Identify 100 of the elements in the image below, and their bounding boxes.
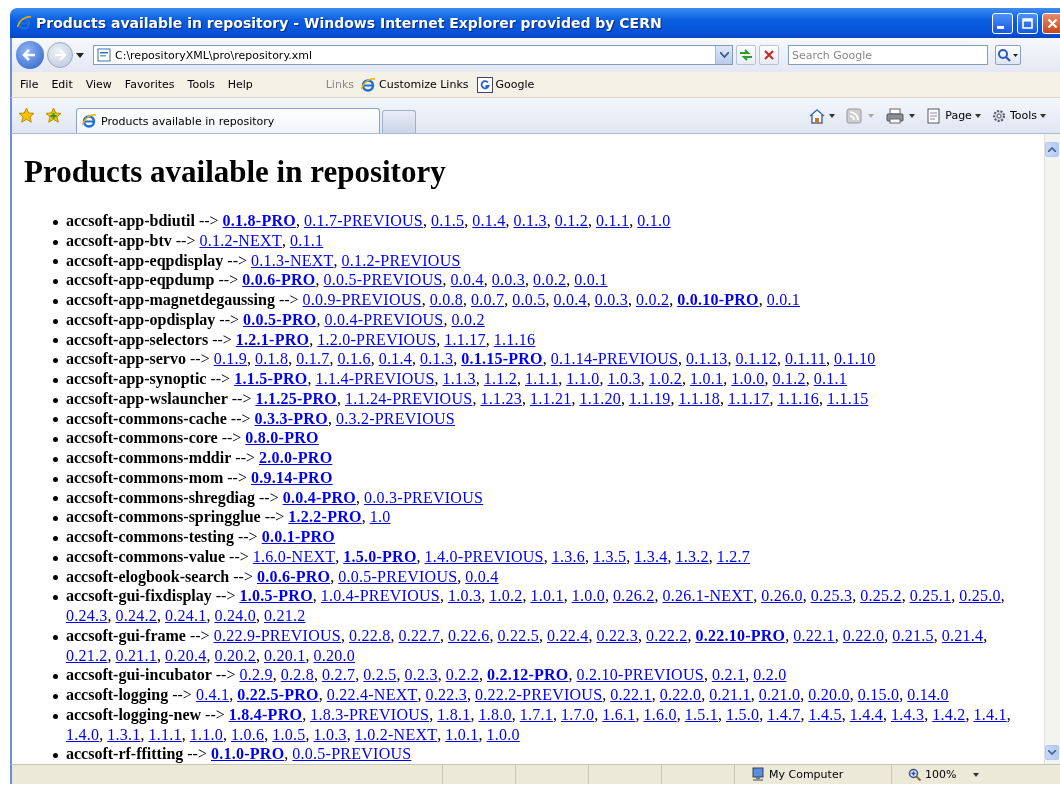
- version-link[interactable]: 0.1.14-PREVIOUS: [550, 350, 679, 368]
- version-link[interactable]: 0.1.3: [513, 212, 547, 229]
- menu-item[interactable]: Help: [227, 76, 260, 93]
- version-link[interactable]: 1.0.3: [313, 725, 347, 743]
- version-link[interactable]: 0.1.1: [596, 212, 630, 229]
- version-link[interactable]: 0.0.2: [533, 271, 567, 289]
- version-link[interactable]: 0.15.0: [857, 686, 900, 703]
- version-link[interactable]: 0.8.0-PRO: [245, 429, 319, 447]
- command-menu-button[interactable]: Tools: [990, 107, 1046, 124]
- version-link[interactable]: 0.0.5: [512, 291, 546, 308]
- version-link[interactable]: 0.1.15-PRO: [461, 350, 543, 368]
- version-link[interactable]: 1.0.3: [447, 587, 482, 605]
- version-link[interactable]: 0.20.0: [313, 646, 355, 664]
- version-link[interactable]: 1.7.1: [519, 705, 553, 723]
- command-menu-button[interactable]: Page: [926, 107, 981, 124]
- version-link[interactable]: 0.21.2: [66, 646, 108, 664]
- version-link[interactable]: 1.1.0: [189, 725, 223, 743]
- version-link[interactable]: 1.3.5: [592, 547, 627, 565]
- version-link[interactable]: 0.21.1: [115, 646, 157, 664]
- version-link[interactable]: 0.21.0: [758, 686, 801, 703]
- version-link[interactable]: 0.2.12-PRO: [486, 666, 569, 684]
- version-link[interactable]: 0.0.1: [574, 271, 608, 289]
- version-link[interactable]: 1.2.7: [716, 547, 750, 565]
- version-link[interactable]: 1.1.15: [826, 389, 869, 407]
- link-button[interactable]: Customize Links: [379, 78, 469, 91]
- version-link[interactable]: 0.1.1: [813, 370, 848, 387]
- version-link[interactable]: 1.5.1: [684, 705, 718, 723]
- version-link[interactable]: 1.0.5-PRO: [239, 587, 313, 605]
- back-button[interactable]: [16, 41, 44, 69]
- version-link[interactable]: 1.1.24-PREVIOUS: [345, 389, 473, 407]
- version-link[interactable]: 1.0: [369, 508, 391, 526]
- menu-item[interactable]: Favorites: [124, 76, 182, 93]
- version-link[interactable]: 0.14.0: [907, 686, 949, 703]
- version-link[interactable]: 0.24.2: [115, 607, 157, 624]
- version-link[interactable]: 0.0.3-PREVIOUS: [364, 488, 484, 506]
- version-link[interactable]: 1.1.5-PRO: [234, 370, 308, 387]
- version-link[interactable]: 0.1.10: [834, 350, 876, 368]
- version-link[interactable]: 1.3.2: [675, 547, 709, 565]
- version-link[interactable]: 0.1.4: [472, 212, 506, 229]
- version-link[interactable]: 1.6.0: [643, 705, 677, 723]
- version-link[interactable]: 1.1.20: [579, 389, 621, 407]
- refresh-button[interactable]: [736, 45, 756, 65]
- version-link[interactable]: 0.0.5-PREVIOUS: [292, 745, 412, 763]
- version-link[interactable]: 0.25.1: [909, 587, 952, 605]
- version-link[interactable]: 0.0.1: [766, 291, 800, 308]
- version-link[interactable]: 0.22.0: [842, 626, 885, 644]
- close-button[interactable]: [1042, 12, 1060, 34]
- version-link[interactable]: 1.4.3: [890, 705, 925, 723]
- version-link[interactable]: 0.20.1: [264, 646, 306, 664]
- scroll-up-icon[interactable]: [1048, 147, 1056, 152]
- zoom-button[interactable]: 100%: [892, 767, 980, 782]
- scroll-down-icon[interactable]: [1048, 750, 1056, 755]
- version-link[interactable]: 0.25.0: [959, 587, 1001, 605]
- version-link[interactable]: 0.22.1: [793, 626, 835, 644]
- version-link[interactable]: 1.1.18: [678, 389, 720, 407]
- version-link[interactable]: 1.4.4: [849, 705, 883, 723]
- version-link[interactable]: 0.1.6: [337, 350, 371, 368]
- version-link[interactable]: 1.0.2: [648, 370, 683, 387]
- menu-item[interactable]: View: [85, 76, 119, 93]
- version-link[interactable]: 1.1.19: [628, 389, 671, 407]
- version-link[interactable]: 1.1.17: [444, 330, 486, 348]
- version-link[interactable]: 0.0.2: [635, 291, 670, 308]
- version-link[interactable]: 0.2.9: [239, 666, 273, 684]
- version-link[interactable]: 1.4.7: [767, 705, 801, 723]
- version-link[interactable]: 1.3.1: [107, 725, 141, 743]
- version-link[interactable]: 1.1.21: [529, 389, 572, 407]
- version-link[interactable]: 0.21.5: [892, 626, 934, 644]
- version-link[interactable]: 0.0.3: [594, 291, 628, 308]
- version-link[interactable]: 0.1.12: [735, 350, 778, 368]
- version-link[interactable]: 0.3.3-PRO: [254, 409, 328, 427]
- version-link[interactable]: 0.1.8-PRO: [222, 212, 296, 229]
- add-favorite-icon[interactable]: [45, 107, 62, 124]
- version-link[interactable]: 1.0.1: [690, 370, 724, 387]
- version-link[interactable]: 1.8.3-PREVIOUS: [310, 705, 430, 723]
- version-link[interactable]: 0.3.2-PREVIOUS: [335, 409, 455, 427]
- version-link[interactable]: 0.0.4-PREVIOUS: [324, 310, 444, 328]
- version-link[interactable]: 0.26.0: [761, 587, 803, 605]
- version-link[interactable]: 0.22.8: [348, 626, 391, 644]
- feed-icon[interactable]: [846, 107, 877, 124]
- version-link[interactable]: 0.0.5-PRO: [243, 310, 317, 328]
- version-link[interactable]: 1.3.4: [634, 547, 668, 565]
- version-link[interactable]: 1.0.2: [489, 587, 523, 605]
- version-link[interactable]: 1.4.0: [66, 725, 100, 743]
- version-link[interactable]: 0.1.2: [554, 212, 588, 229]
- version-link[interactable]: 0.22.3: [425, 686, 467, 703]
- version-link[interactable]: 0.2.1: [711, 666, 746, 684]
- version-link[interactable]: 0.22.3: [596, 626, 638, 644]
- version-link[interactable]: 0.0.9-PREVIOUS: [302, 291, 422, 308]
- version-link[interactable]: 0.1.2-PREVIOUS: [341, 251, 461, 269]
- version-link[interactable]: 0.1.11: [785, 350, 826, 368]
- version-link[interactable]: 1.0.1: [530, 587, 564, 605]
- version-link[interactable]: 0.22.5: [497, 626, 539, 644]
- version-link[interactable]: 1.0.6: [231, 725, 265, 743]
- version-link[interactable]: 1.4.5: [808, 705, 842, 723]
- version-link[interactable]: 1.5.0: [725, 705, 760, 723]
- version-link[interactable]: 0.2.2: [445, 666, 479, 684]
- version-link[interactable]: 0.22.5-PRO: [237, 686, 319, 703]
- version-link[interactable]: 1.0.0: [731, 370, 765, 387]
- version-link[interactable]: 0.1.7: [296, 350, 330, 368]
- printer-icon[interactable]: [886, 107, 917, 124]
